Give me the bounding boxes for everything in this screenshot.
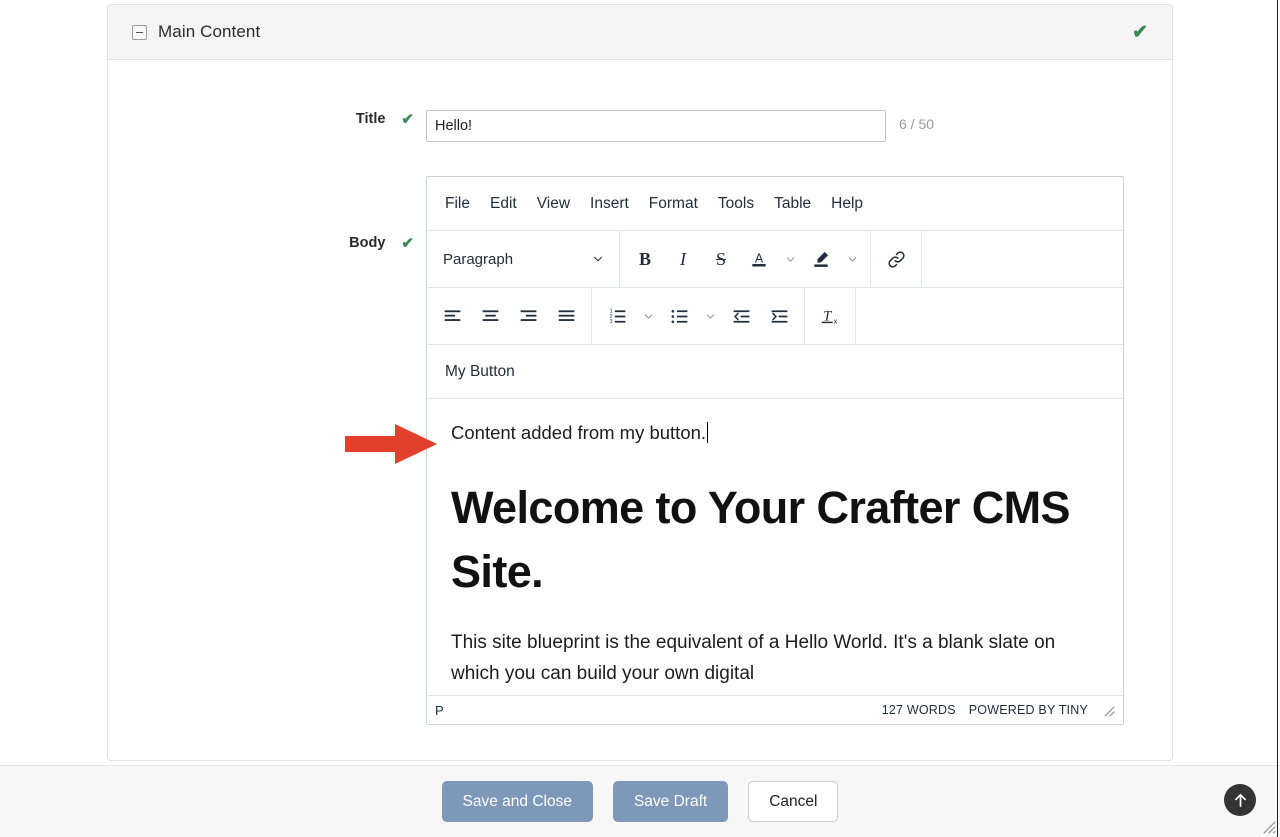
cancel-button[interactable]: Cancel: [748, 781, 839, 822]
toolbar-row2-spacer: [855, 288, 1123, 344]
menu-format[interactable]: Format: [639, 191, 708, 217]
statusbar-right-group: 127 WORDS POWERED BY TINY: [882, 703, 1115, 717]
rich-text-editor: File Edit View Insert Format Tools Table…: [426, 176, 1124, 725]
element-path[interactable]: P: [435, 703, 444, 718]
highlight-pen-icon: [814, 251, 829, 267]
align-justify-icon: [558, 309, 574, 321]
title-label-group: Title ✔: [108, 110, 426, 128]
title-valid-check-icon: ✔: [401, 111, 414, 128]
field-row-body: Body ✔ File Edit View Insert Format Tool…: [108, 176, 1172, 725]
block-format-value: Paragraph: [443, 250, 514, 268]
highlight-color-chevron-icon[interactable]: [842, 242, 862, 276]
toolbar-group-inline: B I S A: [619, 231, 870, 287]
text-color-chevron-icon[interactable]: [780, 242, 800, 276]
chevron-down-icon: [593, 256, 603, 262]
editor-content-area[interactable]: Content added from my button. Welcome to…: [427, 399, 1123, 695]
main-content-panel: Main Content ✔ Title ✔ 6 / 50 Body ✔: [107, 4, 1173, 761]
inserted-paragraph-text: Content added from my button.: [451, 422, 707, 443]
numbered-list-button[interactable]: 123: [600, 299, 634, 333]
word-count[interactable]: 127 WORDS: [882, 703, 956, 717]
editor-toolbar-row-1: Paragraph B I S A: [427, 231, 1123, 288]
title-input[interactable]: [426, 110, 886, 142]
insert-link-button[interactable]: [879, 242, 913, 276]
panel-header[interactable]: Main Content ✔: [108, 5, 1172, 60]
outdent-icon: [733, 309, 749, 323]
strikethrough-button[interactable]: S: [704, 242, 738, 276]
save-and-close-button[interactable]: Save and Close: [441, 781, 593, 822]
editor-statusbar: P 127 WORDS POWERED BY TINY: [427, 695, 1123, 724]
title-label: Title: [355, 111, 386, 127]
numbered-list-icon: 123: [609, 308, 625, 325]
align-left-button[interactable]: [435, 299, 469, 333]
toolbar-group-format: Paragraph: [427, 231, 619, 287]
page-title: Main Content: [158, 22, 261, 41]
numbered-list-chevron-icon[interactable]: [638, 299, 658, 333]
my-button-toolbar-button[interactable]: My Button: [437, 359, 523, 385]
highlight-color-button[interactable]: [804, 242, 838, 276]
block-format-select[interactable]: Paragraph: [433, 242, 613, 276]
save-draft-button[interactable]: Save Draft: [612, 781, 729, 822]
clear-formatting-button[interactable]: T x: [813, 299, 847, 333]
content-heading[interactable]: Welcome to Your Crafter CMS Site.: [451, 476, 1099, 605]
toolbar-group-align: [427, 288, 591, 344]
clear-formatting-icon: T x: [821, 309, 838, 325]
red-pointer-arrow: [345, 424, 437, 464]
editor-menubar: File Edit View Insert Format Tools Table…: [427, 177, 1123, 231]
indent-icon: [771, 309, 787, 323]
title-char-counter: 6 / 50: [899, 116, 935, 132]
window-right-edge: [1277, 0, 1278, 837]
collapse-toggle-icon[interactable]: [132, 24, 147, 40]
align-justify-button[interactable]: [549, 299, 583, 333]
editor-toolbar-row-custom: My Button: [427, 345, 1123, 399]
editor-resize-handle-icon[interactable]: [1101, 703, 1115, 717]
page-root: Main Content ✔ Title ✔ 6 / 50 Body ✔: [0, 0, 1280, 837]
text-caret: [707, 422, 709, 443]
align-center-icon: [482, 309, 498, 321]
bulleted-list-icon: [671, 309, 687, 323]
tiny-branding[interactable]: POWERED BY TINY: [969, 703, 1088, 717]
arrow-up-icon: [1234, 793, 1246, 807]
menu-file[interactable]: File: [435, 191, 480, 217]
dialog-footer: Save and Close Save Draft Cancel: [0, 765, 1280, 837]
svg-text:3: 3: [609, 319, 612, 325]
menu-insert[interactable]: Insert: [580, 191, 639, 217]
align-right-button[interactable]: [511, 299, 545, 333]
align-left-icon: [444, 309, 460, 321]
menu-table[interactable]: Table: [764, 191, 821, 217]
panel-body: Title ✔ 6 / 50 Body ✔ File Edit Vie: [108, 60, 1172, 760]
align-right-icon: [520, 309, 536, 321]
indent-button[interactable]: [762, 299, 796, 333]
body-valid-check-icon: ✔: [401, 235, 414, 252]
italic-button[interactable]: I: [666, 242, 700, 276]
body-label: Body: [349, 235, 386, 251]
inserted-paragraph[interactable]: Content added from my button.: [451, 421, 1099, 446]
panel-valid-check-icon: ✔: [1132, 21, 1148, 43]
menu-help[interactable]: Help: [821, 191, 873, 217]
toolbar-row1-spacer: [921, 231, 1123, 287]
bulleted-list-button[interactable]: [662, 299, 696, 333]
menu-view[interactable]: View: [527, 191, 580, 217]
link-icon: [887, 250, 905, 268]
toolbar-group-link: [870, 231, 921, 287]
content-paragraph[interactable]: This site blueprint is the equivalent of…: [451, 627, 1099, 690]
bold-button[interactable]: B: [628, 242, 662, 276]
outdent-button[interactable]: [724, 299, 758, 333]
window-resize-grip-icon[interactable]: [1262, 820, 1276, 834]
align-center-button[interactable]: [473, 299, 507, 333]
bulleted-list-chevron-icon[interactable]: [700, 299, 720, 333]
toolbar-group-clear: T x: [804, 288, 855, 344]
menu-tools[interactable]: Tools: [708, 191, 764, 217]
menu-edit[interactable]: Edit: [480, 191, 527, 217]
scroll-to-top-button[interactable]: [1224, 784, 1256, 816]
text-color-icon: A: [752, 251, 766, 267]
text-color-button[interactable]: A: [742, 242, 776, 276]
editor-toolbar-row-2: 123 T x: [427, 288, 1123, 345]
toolbar-group-lists: 123: [591, 288, 804, 344]
field-row-title: Title ✔ 6 / 50: [108, 110, 1172, 142]
svg-text:A: A: [755, 251, 764, 265]
svg-text:x: x: [834, 316, 838, 325]
body-label-group: Body ✔: [108, 176, 426, 252]
